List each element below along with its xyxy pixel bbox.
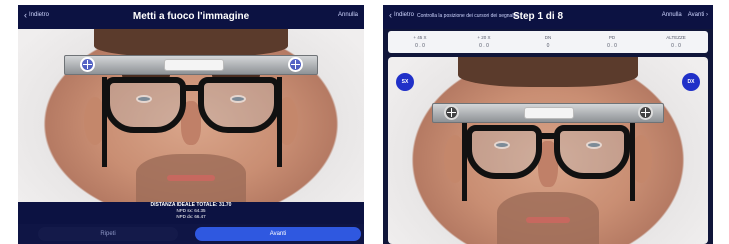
glasses-lens-right [554, 125, 630, 179]
chevron-left-icon: ‹ [389, 10, 392, 20]
measure-value: 0 . 0 [671, 43, 681, 49]
next-button[interactable]: Avanti [195, 227, 361, 241]
chevron-right-icon: › [706, 12, 708, 18]
step-title: Step 1 di 8 [513, 11, 564, 22]
back-label: Indietro [394, 12, 415, 18]
measure-cell: + 45 X 0 . 0 [388, 31, 452, 53]
marker-check-screen: ‹ Indietro Controlla la posizione dei cu… [383, 5, 713, 244]
instruction-text: Controlla la posizione dei cursori dei s… [417, 13, 519, 19]
glasses-lens-right [198, 77, 280, 133]
eye-left [136, 95, 152, 103]
device-center-block [164, 59, 224, 71]
repeat-button[interactable]: Ripeti [38, 227, 178, 241]
eye-right [230, 95, 246, 103]
measure-value: 0 . 0 [479, 43, 489, 49]
device-arm-left [462, 121, 467, 201]
npd-right-text: NPD dx: 66.47 [176, 214, 206, 219]
measurement-panel: DISTANZA IDEALE TOTALE: 31.70 NPD sx: 64… [18, 202, 364, 224]
eye-left [494, 141, 510, 149]
measure-value: 0 . 0 [607, 43, 617, 49]
crosshair-right-icon[interactable] [638, 105, 653, 120]
eye-right [586, 141, 602, 149]
nav-bar: ‹ Indietro Controlla la posizione dei cu… [383, 5, 713, 29]
device-center-block [524, 107, 574, 119]
hair [94, 29, 288, 57]
crosshair-right-icon[interactable] [288, 57, 303, 72]
mouth [166, 175, 216, 181]
next-link[interactable]: Avanti › [688, 12, 708, 18]
measure-cell: + 20 X 0 . 0 [452, 31, 516, 53]
back-button[interactable]: ‹ Indietro [389, 10, 415, 20]
measure-cell: DN 0 [516, 31, 580, 53]
nav-actions: Annulla Avanti › [662, 12, 708, 18]
measure-value: 0 [546, 43, 550, 49]
side-left-badge: SX [396, 73, 414, 91]
crosshair-left-icon[interactable] [80, 57, 95, 72]
measure-label: + 45 X [413, 35, 427, 40]
bottom-action-bar: Ripeti Avanti [18, 224, 364, 244]
cancel-button[interactable]: Annulla [662, 12, 682, 18]
hair [458, 57, 638, 87]
face-photo [18, 29, 364, 202]
glasses-bridge [540, 133, 556, 139]
mouth [525, 217, 571, 223]
glasses-bridge [184, 85, 200, 91]
measure-cell: PD 0 . 0 [580, 31, 644, 53]
measurement-strip: + 45 X 0 . 0 + 20 X 0 . 0 DN 0 PD 0 . 0 … [388, 31, 708, 53]
glasses-lens-left [104, 77, 186, 133]
face-photo: SX DX [388, 57, 708, 244]
nav-bar: ‹ Indietro Metti a fuoco l'immagine Annu… [18, 5, 364, 29]
device-arm-right [277, 77, 282, 167]
cancel-button[interactable]: Annulla [338, 12, 358, 18]
measure-label: ALTEZZE [666, 35, 686, 40]
measure-label: PD [608, 35, 616, 40]
glasses-lens-left [466, 125, 542, 179]
side-right-badge: DX [682, 73, 700, 91]
device-arm-right [630, 121, 635, 201]
measure-cell: ALTEZZE 0 . 0 [644, 31, 708, 53]
device-arm-left [102, 77, 107, 167]
page-title: Metti a fuoco l'immagine [132, 11, 250, 22]
measure-label: DN [544, 35, 552, 40]
measure-label: + 20 X [477, 35, 491, 40]
next-label: Avanti [687, 12, 705, 18]
focus-image-screen: ‹ Indietro Metti a fuoco l'immagine Annu… [18, 5, 364, 244]
crosshair-left-icon[interactable] [444, 105, 459, 120]
measure-value: 0 . 0 [415, 43, 425, 49]
